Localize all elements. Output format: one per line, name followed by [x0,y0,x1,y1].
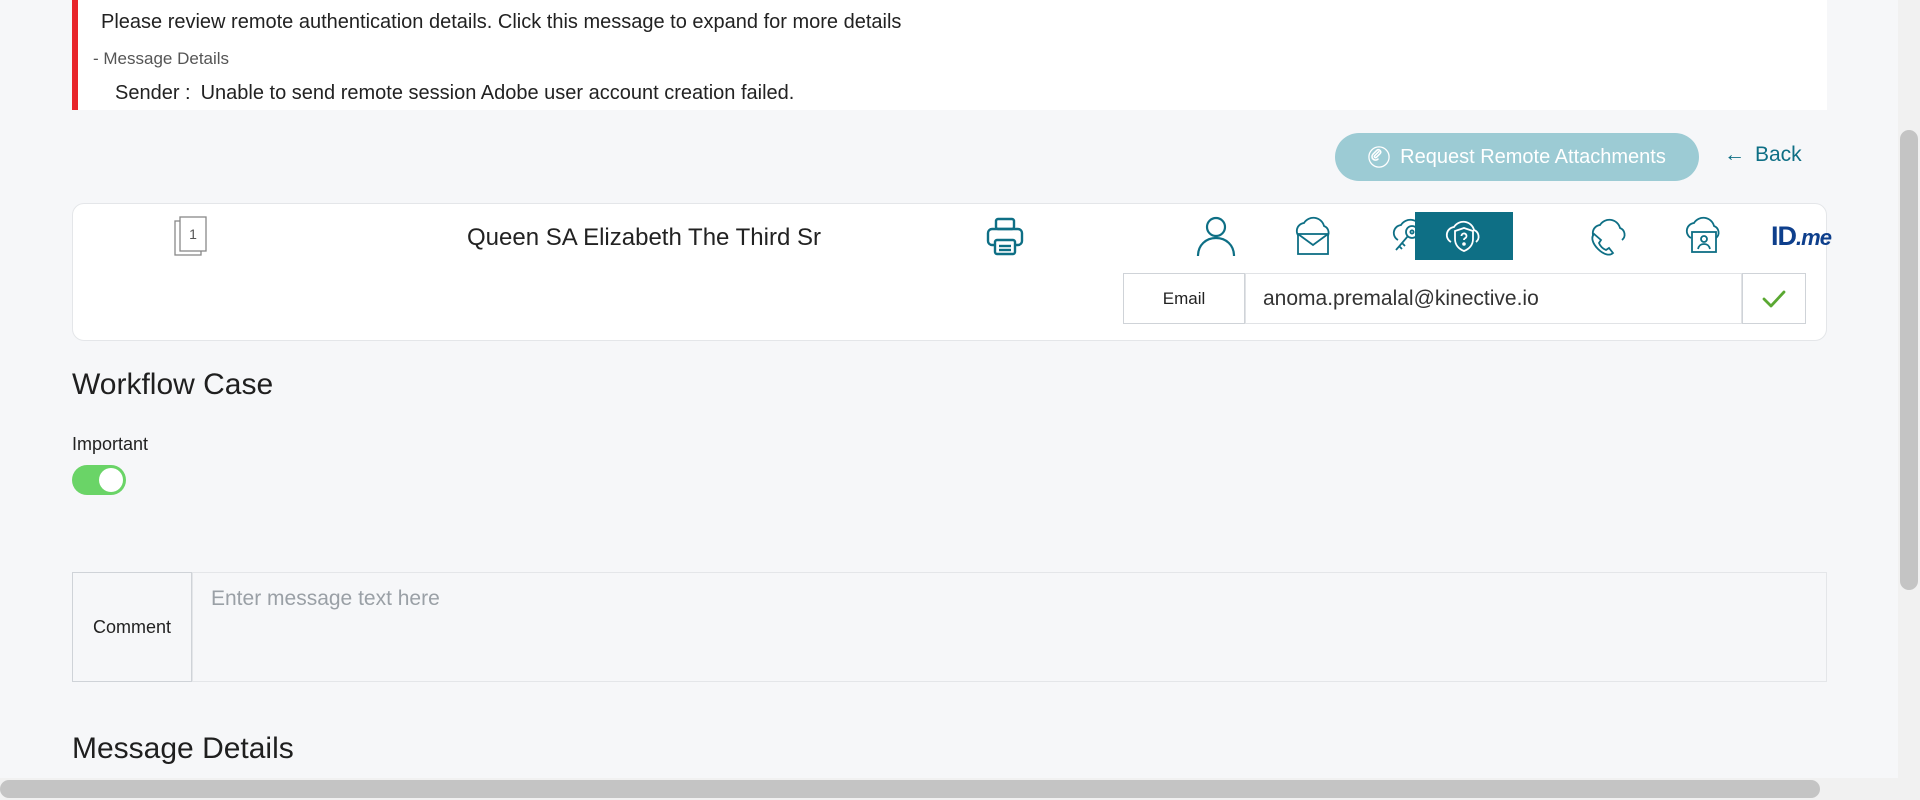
comment-input[interactable] [192,572,1827,682]
contact-type-label[interactable]: Email [1123,273,1245,324]
paperclip-icon [1368,146,1390,168]
customer-name: Queen SA Elizabeth The Third Sr [467,224,821,251]
printer-icon[interactable] [984,216,1026,258]
checkmark-icon [1762,290,1786,307]
back-link[interactable]: ← Back [1724,143,1802,167]
tool-cloud-mail[interactable] [1264,212,1362,260]
cloud-id-card-icon [1685,216,1720,253]
message-details-toggle[interactable]: - Message Details [93,49,229,69]
vertical-scrollbar-thumb[interactable] [1900,130,1918,590]
page-count: 1 [189,226,197,242]
horizontal-scrollbar-thumb[interactable] [0,780,1820,798]
request-remote-attachments-label: Request Remote Attachments [1400,145,1666,168]
tool-cloud-id-card[interactable] [1655,212,1753,260]
tool-user[interactable] [1167,212,1265,260]
tool-cloud-shield[interactable] [1415,212,1513,260]
important-toggle[interactable] [72,465,126,495]
sender-label: Sender : [115,82,191,104]
idme-logo[interactable]: ID.me [1752,212,1850,260]
back-label: Back [1755,143,1802,166]
message-details-title: Message Details [72,732,294,765]
user-icon [1196,216,1236,257]
alert-banner[interactable]: Please review remote authentication deta… [72,0,1827,110]
email-field[interactable] [1245,273,1742,324]
comment-label: Comment [72,572,192,682]
tool-cloud-phone[interactable] [1558,212,1656,260]
customer-card: 1 Queen SA Elizabeth The Third Sr ID.me … [72,203,1832,341]
cloud-mail-icon [1295,216,1330,255]
vertical-scrollbar[interactable] [1898,0,1920,800]
email-confirm-button[interactable] [1742,273,1806,324]
cloud-phone-icon [1591,218,1626,256]
alert-sender: Sender : Unable to send remote session Ad… [115,82,794,105]
sender-message: Unable to send remote session Adobe user… [200,82,795,104]
documents-icon[interactable]: 1 [173,215,209,259]
horizontal-scrollbar[interactable] [0,778,1920,800]
important-label: Important [72,434,149,454]
cloud-shield-question-icon [1445,220,1480,252]
idme-logo-text: ID.me [1771,220,1832,251]
toggle-knob [99,468,123,492]
alert-title[interactable]: Please review remote authentication deta… [101,11,901,34]
workflow-case-title: Workflow Case [72,368,274,401]
arrow-left-icon: ← [1724,143,1745,166]
request-remote-attachments-button[interactable]: Request Remote Attachments [1335,133,1699,181]
